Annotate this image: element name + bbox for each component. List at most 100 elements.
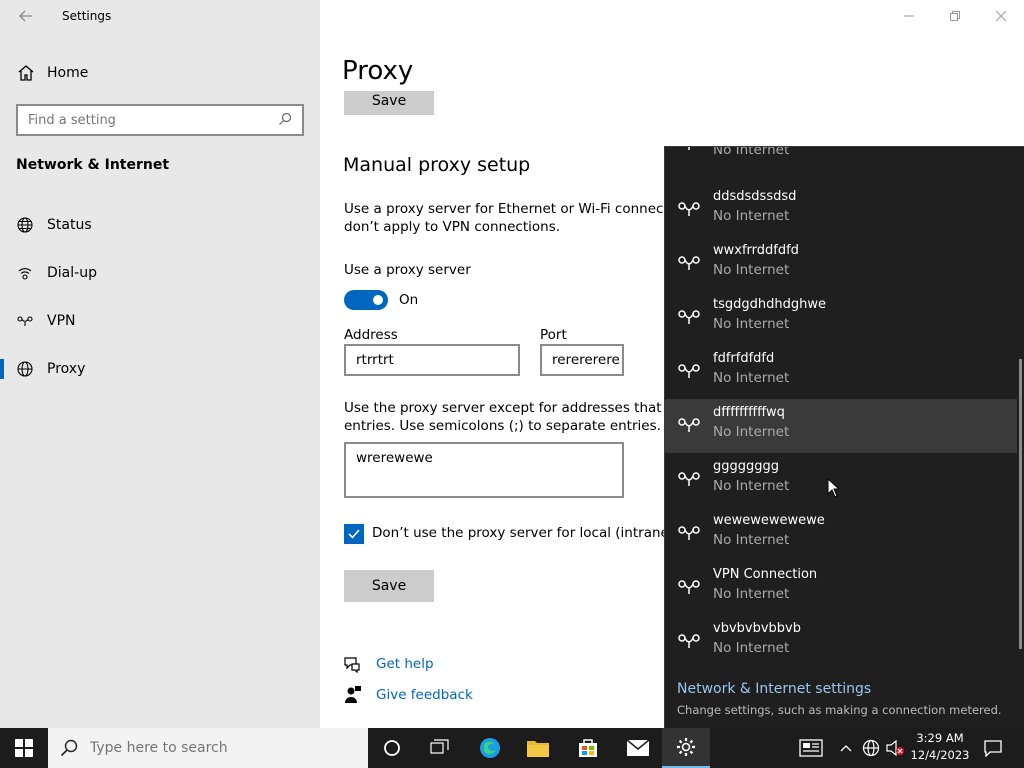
network-name: VPN Connection xyxy=(713,567,818,582)
taskbar: 3:29 AM 12/4/2023 xyxy=(0,728,1024,768)
network-status: No Internet xyxy=(713,478,790,494)
network-status: No Internet xyxy=(713,208,790,224)
port-label: Port xyxy=(540,327,567,343)
network-settings-link[interactable]: Network & Internet settings xyxy=(677,681,871,697)
top-save-button[interactable]: Save xyxy=(344,91,434,115)
sidebar-item-proxy[interactable]: Proxy xyxy=(0,349,320,389)
clock-time: 3:29 AM xyxy=(916,731,964,745)
give-feedback-link[interactable]: Give feedback xyxy=(376,687,473,703)
network-name: tsgdgdhdhdghwe xyxy=(713,297,826,312)
network-item[interactable]: wwxfrrddfdfd No Internet xyxy=(665,237,1017,291)
network-item[interactable]: VPN Connection No Internet xyxy=(665,561,1017,615)
taskbar-clock[interactable]: 3:29 AM 12/4/2023 xyxy=(906,730,974,766)
sidebar-item-vpn[interactable]: VPN xyxy=(0,301,320,341)
home-nav-item[interactable]: Home xyxy=(16,62,88,84)
proxy-description: Use a proxy server for Ethernet or Wi-Fi… xyxy=(344,200,674,236)
network-icon xyxy=(677,521,701,545)
feedback-icon xyxy=(345,686,361,708)
find-setting-search[interactable] xyxy=(16,104,304,136)
use-proxy-toggle[interactable] xyxy=(344,290,388,310)
network-icon xyxy=(677,147,701,155)
notification-icon[interactable] xyxy=(978,728,1008,768)
network-status: No Internet xyxy=(713,586,790,602)
windows-logo-icon xyxy=(15,739,33,757)
mail-icon[interactable] xyxy=(614,728,662,768)
network-status: No Internet xyxy=(713,262,790,278)
mouse-cursor-icon xyxy=(827,477,841,502)
network-icon xyxy=(677,197,701,221)
manual-proxy-heading: Manual proxy setup xyxy=(343,154,531,176)
network-name: dffffffffffwq xyxy=(713,405,785,420)
description-line: Use the proxy server except for addresse… xyxy=(344,400,674,416)
vpn-icon xyxy=(16,312,34,330)
network-name: wewewewewewe xyxy=(713,513,825,528)
restore-button[interactable] xyxy=(932,0,978,32)
network-icon xyxy=(677,467,701,491)
network-flyout: dsdsdsdsdsdsd No Internet ddsdsdssdsd No… xyxy=(664,146,1024,728)
use-proxy-label: Use a proxy server xyxy=(344,262,471,278)
network-name: fdfrfdfdfd xyxy=(713,351,775,366)
sidebar-item-label: Dial-up xyxy=(47,265,97,281)
network-status: No Internet xyxy=(713,640,790,656)
exceptions-textarea[interactable]: wrerewewe xyxy=(344,442,624,498)
network-tray-icon[interactable] xyxy=(860,728,882,768)
network-icon xyxy=(677,251,701,275)
settings-window: Settings Home Network & Internet Status xyxy=(0,0,1024,768)
cortana-icon[interactable] xyxy=(368,728,416,768)
flyout-scrollbar[interactable] xyxy=(1019,359,1022,649)
network-item[interactable]: dffffffffffwq No Internet xyxy=(665,399,1017,453)
address-label: Address xyxy=(344,327,398,343)
news-widget-icon[interactable] xyxy=(796,728,826,768)
network-item[interactable]: vbvbvbvbbvb No Internet xyxy=(665,615,1017,669)
network-item[interactable]: fdfrfdfdfd No Internet xyxy=(665,345,1017,399)
network-settings-subtitle: Change settings, such as making a connec… xyxy=(677,703,1002,717)
network-icon xyxy=(677,305,701,329)
sidebar-item-status[interactable]: Status xyxy=(0,205,320,245)
toggle-state-label: On xyxy=(399,292,419,308)
network-item[interactable]: wewewewewewe No Internet xyxy=(665,507,1017,561)
taskbar-search-input[interactable] xyxy=(90,740,350,756)
settings-taskbar-icon[interactable] xyxy=(662,728,710,768)
back-arrow-icon[interactable] xyxy=(16,6,36,26)
network-item[interactable]: tsgdgdhdhdghwe No Internet xyxy=(665,291,1017,345)
local-bypass-label: Don’t use the proxy server for local (in… xyxy=(372,525,664,541)
globe-icon xyxy=(16,360,34,378)
home-label: Home xyxy=(47,65,89,81)
taskbar-search[interactable] xyxy=(48,728,368,768)
volume-muted-icon[interactable] xyxy=(884,728,906,768)
network-name: wwxfrrddfdfd xyxy=(713,243,799,258)
edge-icon[interactable] xyxy=(466,728,514,768)
network-item[interactable]: ddsdsdssdsd No Internet xyxy=(665,183,1017,237)
network-item[interactable]: dsdsdsdsdsdsd No Internet xyxy=(665,147,1017,171)
store-icon[interactable] xyxy=(564,728,612,768)
search-icon xyxy=(60,739,78,757)
sidebar-item-label: VPN xyxy=(47,313,76,329)
sidebar-item-label: Status xyxy=(47,217,92,233)
file-explorer-icon[interactable] xyxy=(514,728,562,768)
network-status: No Internet xyxy=(713,316,790,332)
sidebar-item-dialup[interactable]: Dial-up xyxy=(0,253,320,293)
network-item[interactable]: gggggggg No Internet xyxy=(665,453,1017,507)
dialup-icon xyxy=(16,264,34,282)
network-status: No Internet xyxy=(713,370,790,386)
port-field[interactable]: rerererere xyxy=(540,344,624,376)
description-line: Use a proxy server for Ethernet or Wi-Fi… xyxy=(344,201,674,217)
section-title: Network & Internet xyxy=(16,157,170,173)
help-icon xyxy=(343,655,361,677)
close-button[interactable] xyxy=(978,0,1024,32)
task-view-icon[interactable] xyxy=(416,728,464,768)
find-setting-input[interactable] xyxy=(28,112,268,128)
start-button[interactable] xyxy=(0,728,48,768)
get-help-link[interactable]: Get help xyxy=(376,656,434,672)
address-field[interactable]: rtrrtrt xyxy=(344,344,520,376)
search-icon[interactable] xyxy=(278,111,292,130)
network-status: No Internet xyxy=(713,532,790,548)
network-icon xyxy=(677,575,701,599)
chevron-up-icon[interactable] xyxy=(836,728,856,768)
save-button[interactable]: Save xyxy=(344,570,434,602)
minimize-button[interactable] xyxy=(886,0,932,32)
window-title: Settings xyxy=(62,9,112,23)
local-bypass-checkbox[interactable] xyxy=(344,524,364,544)
network-name: gggggggg xyxy=(713,459,780,474)
sidebar: Settings Home Network & Internet Status xyxy=(0,0,320,728)
